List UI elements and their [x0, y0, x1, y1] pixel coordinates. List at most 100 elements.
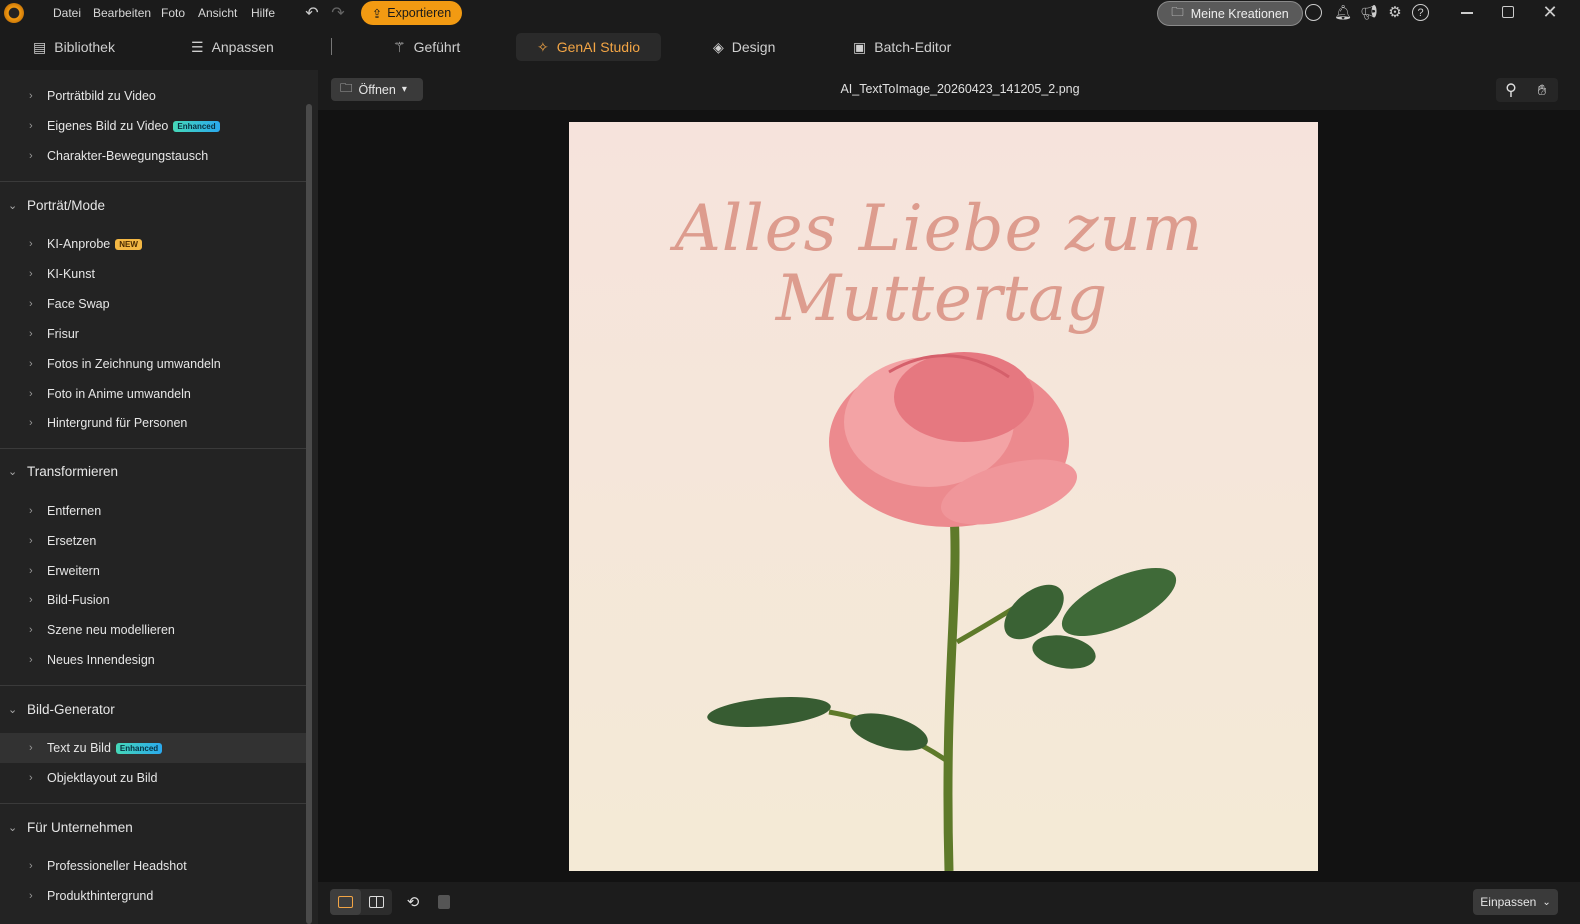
minimize-button[interactable]	[1461, 12, 1473, 14]
chevron-down-icon: ⌄	[8, 703, 18, 716]
compare-view-button[interactable]	[361, 889, 392, 915]
chevron-right-icon: ›	[29, 860, 33, 872]
open-button[interactable]: 🗀 Öffnen ▾	[331, 78, 423, 101]
divider	[0, 181, 308, 182]
chevron-right-icon: ›	[29, 742, 33, 754]
tab-genai-studio[interactable]: ✧ GenAI Studio	[516, 33, 661, 61]
sidebar-item-ki-kunst[interactable]: › KI-Kunst	[0, 259, 308, 289]
library-icon: ▤	[33, 38, 47, 55]
sidebar: › Porträtbild zu Video › Eigenes Bild zu V…	[0, 70, 318, 924]
sidebar-item-frisur[interactable]: › Frisur	[0, 319, 308, 349]
chevron-right-icon: ›	[29, 565, 33, 577]
sidebar-item-portraetbild-zu-video[interactable]: › Porträtbild zu Video	[0, 81, 308, 111]
app-logo	[4, 3, 24, 23]
redo-icon[interactable]: ↷	[329, 4, 347, 22]
magic-wand-icon: ⚚	[393, 38, 406, 55]
chevron-right-icon: ›	[29, 594, 33, 606]
chevron-right-icon: ›	[29, 358, 33, 370]
sidebar-item-charakter-bewegungstausch[interactable]: › Charakter-Bewegungstausch	[0, 141, 308, 171]
tab-bibliothek[interactable]: ▤ Bibliothek	[33, 33, 115, 61]
sidebar-item-text-zu-bild[interactable]: › Text zu Bild Enhanced	[0, 733, 308, 763]
megaphone-icon[interactable]: 📢︎	[1360, 3, 1378, 21]
sidebar-item-eigenes-bild-zu-video[interactable]: › Eigenes Bild zu Video Enhanced	[0, 111, 308, 141]
fit-zoom-dropdown[interactable]: Einpassen ⌄	[1473, 889, 1558, 915]
enhanced-badge: Enhanced	[173, 121, 220, 133]
chevron-down-icon: ⌄	[8, 465, 18, 478]
enhanced-badge: Enhanced	[115, 743, 163, 755]
maximize-button[interactable]	[1502, 6, 1514, 18]
zoom-search-icon[interactable]: ⚲	[1500, 79, 1522, 101]
chevron-right-icon: ›	[29, 120, 33, 132]
sidebar-item-ki-anprobe[interactable]: › KI-Anprobe NEW	[0, 229, 308, 259]
chevron-down-icon: ▾	[401, 84, 407, 95]
chevron-right-icon: ›	[29, 150, 33, 162]
chevron-right-icon: ›	[29, 535, 33, 547]
sidebar-item-hintergrund-personen[interactable]: › Hintergrund für Personen	[0, 408, 308, 438]
chevron-down-icon: ⌄	[8, 199, 18, 212]
batch-icon: ▣	[853, 38, 867, 55]
chevron-right-icon: ›	[29, 90, 33, 102]
sparkle-icon: ✧	[536, 38, 549, 55]
sidebar-item-professioneller-headshot[interactable]: › Professioneller Headshot	[0, 851, 308, 881]
close-button[interactable]: ✕	[1540, 2, 1560, 22]
sidebar-item-ersetzen[interactable]: › Ersetzen	[0, 526, 308, 556]
file-name: AI_TextToImage_20260423_141205_2.png	[840, 82, 1080, 96]
menu-hilfe[interactable]: Hilfe	[251, 6, 275, 20]
chevron-right-icon: ›	[29, 505, 33, 517]
sidebar-item-objektlayout-zu-bild[interactable]: › Objektlayout zu Bild	[0, 763, 308, 793]
group-bild-generator[interactable]: ⌄ Bild-Generator	[0, 694, 308, 724]
layer-icon	[438, 895, 450, 909]
sidebar-item-szene-neu-modellieren[interactable]: › Szene neu modellieren	[0, 615, 308, 645]
hand-pan-icon[interactable]: ✋︎	[1531, 79, 1553, 101]
sidebar-item-foto-in-anime[interactable]: › Foto in Anime umwandeln	[0, 379, 308, 409]
sidebar-scrollbar[interactable]	[306, 104, 312, 924]
chevron-right-icon: ›	[29, 772, 33, 784]
tab-batch-editor[interactable]: ▣ Batch-Editor	[853, 33, 951, 61]
single-view-button[interactable]	[330, 889, 361, 915]
account-icon[interactable]	[1305, 4, 1322, 21]
chevron-right-icon: ›	[29, 890, 33, 902]
group-fuer-unternehmen[interactable]: ⌄ Für Unternehmen	[0, 812, 308, 842]
sidebar-item-face-swap[interactable]: › Face Swap	[0, 289, 308, 319]
tab-divider	[331, 38, 332, 55]
chevron-right-icon: ›	[29, 417, 33, 429]
menu-bearbeiten[interactable]: Bearbeiten	[93, 6, 151, 20]
group-transformieren[interactable]: ⌄ Transformieren	[0, 456, 308, 486]
export-button[interactable]: ⇪ Exportieren	[361, 1, 462, 25]
bell-icon[interactable]: 🔔︎	[1334, 3, 1352, 21]
menu-datei[interactable]: Datei	[53, 6, 81, 20]
sidebar-item-erweitern[interactable]: › Erweitern	[0, 556, 308, 586]
menu-foto[interactable]: Foto	[161, 6, 185, 20]
sidebar-item-entfernen[interactable]: › Entfernen	[0, 496, 308, 526]
layers-icon: ◈	[713, 38, 724, 55]
chevron-right-icon: ›	[29, 328, 33, 340]
chevron-right-icon: ›	[29, 298, 33, 310]
folder-icon: 🗀	[340, 81, 353, 95]
chevron-right-icon: ›	[29, 238, 33, 250]
bottom-bar	[318, 882, 1580, 924]
history-icon[interactable]: ⟲	[403, 892, 423, 912]
sidebar-item-fotos-in-zeichnung[interactable]: › Fotos in Zeichnung umwandeln	[0, 349, 308, 379]
tab-anpassen[interactable]: ☰ Anpassen	[191, 33, 274, 61]
group-portraet-mode[interactable]: ⌄ Porträt/Mode	[0, 190, 308, 220]
chevron-right-icon: ›	[29, 624, 33, 636]
generated-image: Alles Liebe zum Muttertag	[569, 122, 1318, 871]
folder-icon: 🗀	[1171, 5, 1184, 19]
tab-gefuehrt[interactable]: ⚚ Geführt	[393, 33, 460, 61]
divider	[0, 803, 308, 804]
help-icon[interactable]: ?	[1412, 4, 1429, 21]
sidebar-item-neues-innendesign[interactable]: › Neues Innendesign	[0, 645, 308, 675]
sidebar-item-bild-fusion[interactable]: › Bild-Fusion	[0, 585, 308, 615]
chevron-down-icon: ⌄	[8, 821, 18, 834]
chevron-right-icon: ›	[29, 654, 33, 666]
undo-icon[interactable]: ↶	[303, 4, 321, 22]
chevron-right-icon: ›	[29, 388, 33, 400]
menu-ansicht[interactable]: Ansicht	[198, 6, 237, 20]
sidebar-item-produkthintergrund[interactable]: › Produkthintergrund	[0, 881, 308, 911]
chevron-down-icon: ⌄	[1542, 896, 1551, 908]
split-view-icon	[369, 896, 384, 908]
sliders-icon: ☰	[191, 38, 204, 55]
tab-design[interactable]: ◈ Design	[713, 33, 775, 61]
my-creations-button[interactable]: 🗀 Meine Kreationen	[1157, 1, 1303, 26]
settings-icon[interactable]: ⚙	[1386, 3, 1404, 21]
